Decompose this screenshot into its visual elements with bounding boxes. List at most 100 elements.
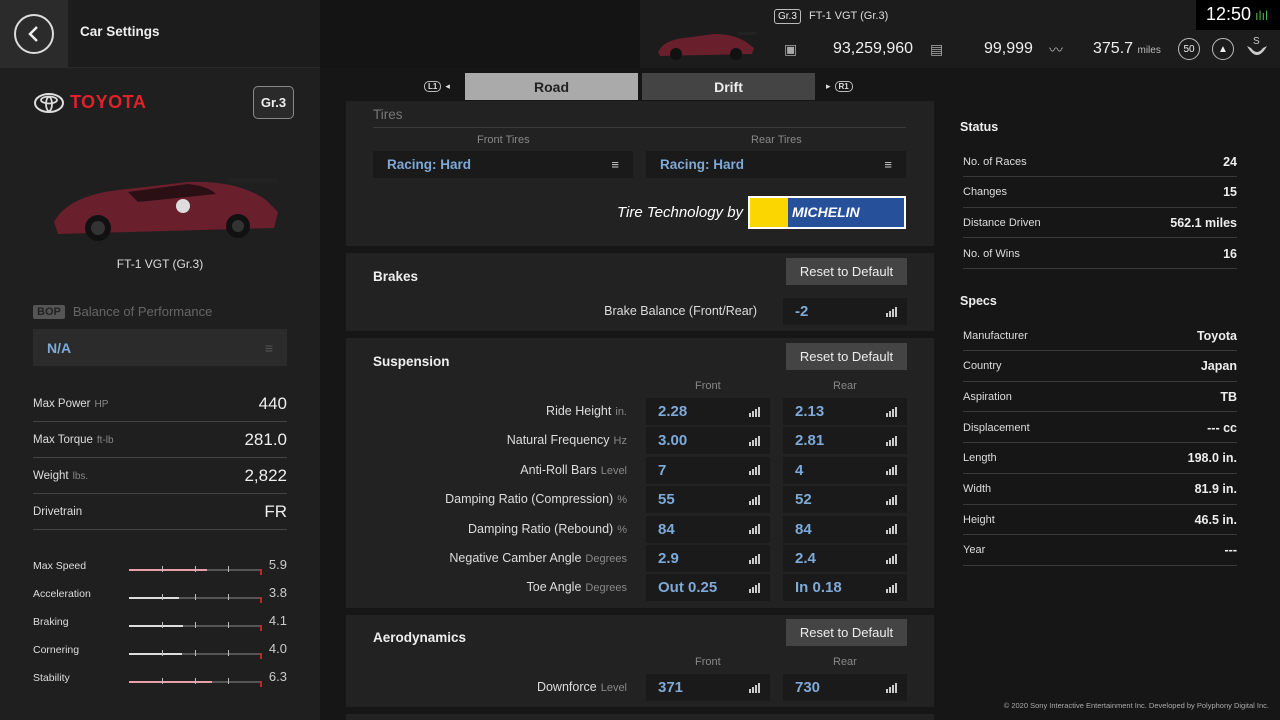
spec-unit: lbs. [72, 470, 89, 482]
spec-name: Weight [33, 469, 69, 482]
suspension-rear-field[interactable]: 2.4 [783, 545, 907, 572]
suspension-front-field[interactable]: 2.9 [646, 545, 770, 572]
svg-text:S: S [1253, 36, 1260, 47]
specs-value: 198.0 in. [1187, 451, 1237, 466]
suspension-reset-button[interactable]: Reset to Default [786, 343, 907, 370]
menu-icon: ≡ [884, 157, 892, 172]
param-value: 2.28 [658, 403, 688, 420]
slider-icon [749, 406, 760, 417]
clock: 12:50 ılıl [1196, 0, 1280, 30]
connection-icon: ılıl [1255, 8, 1269, 23]
suspension-param-label: Negative Camber Angle Degrees [449, 551, 627, 565]
status-label: Changes [963, 186, 1008, 199]
suspension-front-field[interactable]: 2.28 [646, 398, 770, 425]
current-car-name: FT-1 VGT (Gr.3) [809, 10, 889, 22]
brakes-reset-button[interactable]: Reset to Default [786, 258, 907, 285]
suspension-rear-field[interactable]: 2.13 [783, 398, 907, 425]
spec-value: 281.0 [244, 429, 287, 449]
perf-bar [129, 594, 262, 603]
spec-max-power: Max Power HP 440 [33, 386, 287, 422]
downforce-front-field[interactable]: 371 [646, 674, 770, 701]
front-column-label: Front [695, 656, 721, 668]
bop-row: BOP Balance of Performance [33, 304, 212, 319]
front-tires-label: Front Tires [477, 134, 530, 146]
front-tire-select[interactable]: Racing: Hard ≡ [373, 151, 633, 178]
perf-fill [129, 625, 184, 627]
param-value: 52 [795, 491, 812, 509]
distance-icon: 〰 [1049, 42, 1063, 58]
suspension-front-field[interactable]: 3.00 [646, 427, 770, 455]
suspension-param-label: Toe Angle Degrees [527, 580, 628, 594]
perf-tick [195, 678, 196, 684]
brake-balance-field[interactable]: -2 [783, 298, 907, 325]
back-button[interactable] [14, 14, 54, 54]
spec-weight: Weight lbs. 2,822 [33, 458, 287, 494]
michelin-brand: MICHELIN [792, 204, 860, 220]
mileage-value: 99,999 [984, 40, 1033, 57]
page-title: Car Settings [80, 24, 160, 39]
tab-drift[interactable]: Drift [642, 73, 815, 100]
downforce-rear-field[interactable]: 730 [783, 674, 907, 701]
prev-tab-hint[interactable]: L1 ◂ [420, 81, 450, 92]
specs-label: Country [963, 360, 1002, 373]
suspension-front-field[interactable]: 84 [646, 515, 770, 543]
bop-select[interactable]: N/A ≡ [33, 329, 287, 366]
param-value: Out 0.25 [658, 579, 718, 597]
spec-name: Max Power [33, 397, 91, 410]
suspension-rear-field[interactable]: 4 [783, 456, 907, 484]
suspension-param-label: Damping Ratio (Compression)% [445, 492, 627, 506]
spec-label: Max Torque ft-lb [33, 434, 114, 446]
perf-label: Cornering [33, 644, 80, 656]
menu-icon: ≡ [264, 339, 273, 356]
toyota-logo-icon [34, 92, 64, 113]
suspension-rear-field[interactable]: 2.81 [783, 427, 907, 455]
slider-icon [749, 682, 760, 693]
slider-icon [886, 524, 897, 535]
slider-icon [886, 494, 897, 505]
perf-tick [195, 622, 196, 628]
perf-tick [162, 622, 163, 628]
suspension-rear-field[interactable]: 84 [783, 515, 907, 543]
perf-tick [228, 594, 229, 600]
status-label: No. of Wins [963, 247, 1020, 260]
suspension-front-field[interactable]: Out 0.25 [646, 574, 770, 602]
downforce-front-value: 371 [658, 679, 684, 696]
perf-max-tick [259, 681, 262, 687]
suspension-front-field[interactable]: 7 [646, 456, 770, 484]
brand-name: TOYOTA [70, 92, 147, 112]
slider-icon [749, 582, 760, 593]
perf-tick [195, 594, 196, 600]
param-name: Anti-Roll Bars [520, 462, 597, 477]
aero-reset-button[interactable]: Reset to Default [786, 619, 907, 646]
downforce-unit: Level [600, 682, 627, 694]
specs-heading: Specs [960, 294, 997, 308]
spec-value: 440 [258, 393, 287, 413]
sport-rating-icon: S [1247, 36, 1267, 55]
perf-tick [162, 594, 163, 600]
next-card-edge [346, 714, 934, 720]
perf-row: Stability 6.3 [33, 669, 287, 689]
param-value: 2.4 [795, 550, 816, 567]
param-name: Natural Frequency [506, 433, 610, 448]
param-value: In 0.18 [795, 579, 842, 597]
status-row: No. of Wins 16 [963, 239, 1237, 270]
perf-bar [129, 566, 262, 575]
perf-label: Acceleration [33, 588, 91, 600]
tab-road[interactable]: Road [465, 73, 638, 100]
slider-icon [886, 553, 897, 564]
specs-label: Displacement [963, 421, 1030, 434]
spec-drivetrain: Drivetrain FR [33, 494, 287, 530]
rear-tire-select[interactable]: Racing: Hard ≡ [646, 151, 906, 178]
specs-label: Manufacturer [963, 329, 1028, 342]
suspension-param-label: Ride Height in. [546, 404, 627, 418]
perf-tick [162, 678, 163, 684]
suspension-rear-field[interactable]: 52 [783, 486, 907, 514]
suspension-rear-field[interactable]: In 0.18 [783, 574, 907, 602]
suspension-front-field[interactable]: 55 [646, 486, 770, 514]
param-unit: Degrees [585, 582, 627, 595]
perf-value: 4.0 [268, 641, 287, 656]
specs-value: Japan [1200, 359, 1237, 374]
param-value: 55 [658, 491, 675, 509]
michelin-mascot-icon [750, 198, 788, 227]
next-tab-hint[interactable]: ▸ R1 [826, 81, 857, 92]
